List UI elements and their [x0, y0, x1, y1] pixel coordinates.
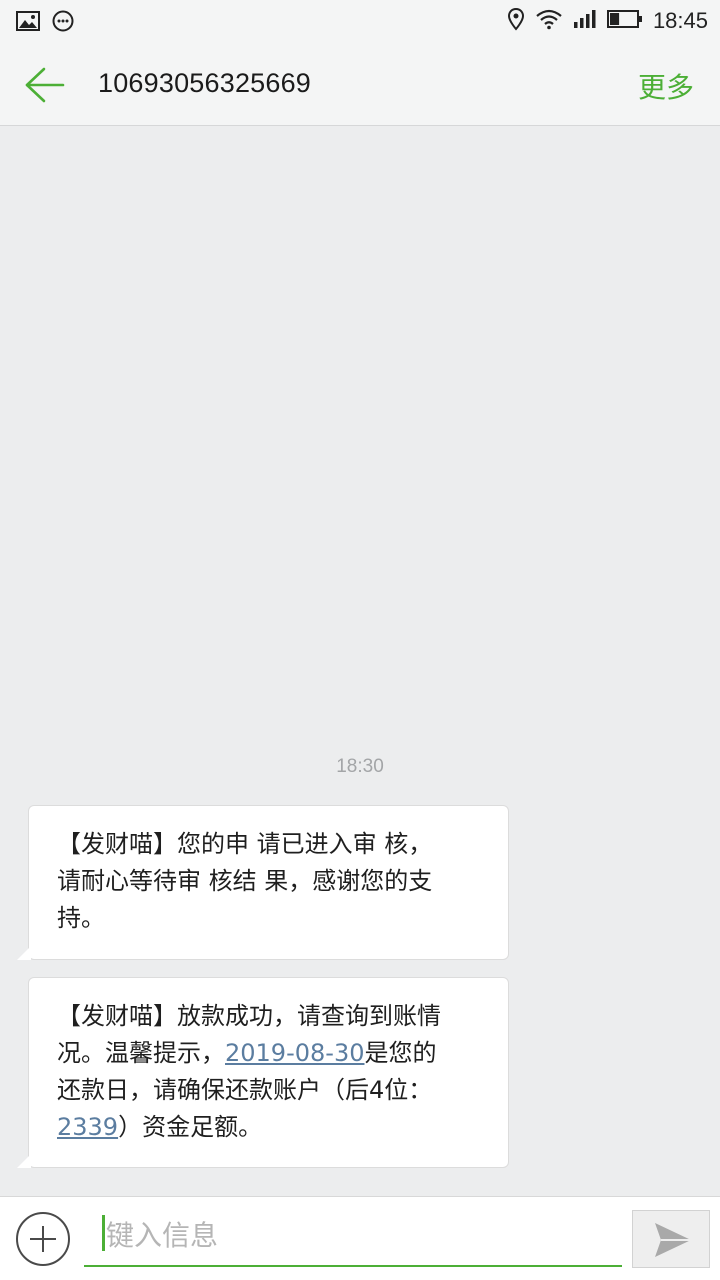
send-button[interactable] — [632, 1210, 710, 1268]
back-button[interactable] — [22, 64, 68, 106]
message-input-container — [84, 1211, 622, 1267]
image-icon — [16, 11, 40, 35]
message-input[interactable] — [106, 1213, 606, 1257]
message-dots-icon — [52, 10, 74, 36]
message-line: 持。 — [57, 904, 105, 932]
contact-number-title: 10693056325669 — [98, 68, 312, 98]
battery-icon — [606, 9, 643, 33]
message-timestamp: 18:30 — [336, 756, 384, 777]
message-text: 况。温馨提示， — [57, 1039, 225, 1067]
message-line: 2339）资金足额。 — [57, 1109, 482, 1146]
wifi-icon — [535, 8, 563, 34]
compose-bar — [0, 1196, 720, 1280]
account-number-link[interactable]: 2339 — [57, 1113, 118, 1141]
conversation-header: 10693056325669 更多 — [0, 44, 720, 126]
text-cursor — [102, 1215, 105, 1251]
location-icon — [507, 7, 525, 35]
bubble-tail — [17, 1154, 31, 1168]
signal-icon — [573, 9, 597, 33]
message-line: 还款日，请确保还款账户（后4位： — [57, 1076, 433, 1104]
status-time: 18:45 — [652, 8, 708, 33]
message-line: 【发财喵】放款成功，请查询到账情 — [57, 1002, 441, 1030]
message-text: ）资金足额。 — [118, 1113, 263, 1141]
add-attachment-button[interactable] — [16, 1212, 70, 1266]
message-bubble[interactable]: 【发财喵】您的申 请已进入审 核， 请耐心等待审 核结 果，感谢您的支 持。 — [17, 805, 509, 960]
more-button[interactable]: 更多 — [638, 66, 694, 106]
message-line: 请耐心等待审 核结 果，感谢您的支 — [57, 867, 433, 895]
status-bar: 18:45 — [0, 0, 720, 44]
date-link[interactable]: 2019-08-30 — [225, 1039, 364, 1067]
message-line: 【发财喵】您的申 请已进入审 核， — [57, 830, 433, 858]
back-arrow-icon — [22, 67, 68, 110]
message-line: 况。温馨提示，2019-08-30是您的 — [57, 1035, 482, 1072]
message-bubble[interactable]: 【发财喵】放款成功，请查询到账情 况。温馨提示，2019-08-30是您的 还款… — [17, 977, 509, 1168]
bubble-tail — [17, 946, 31, 960]
send-icon — [633, 1223, 711, 1273]
message-text: 是您的 — [364, 1039, 437, 1067]
